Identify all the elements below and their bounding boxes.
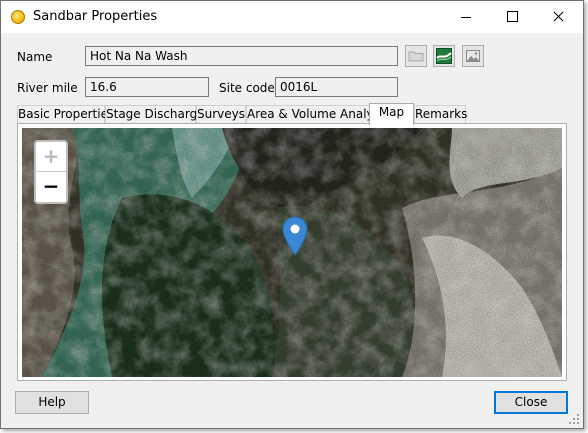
tab-map[interactable]: Map <box>369 103 414 125</box>
photo-icon <box>466 50 480 62</box>
zoom-control: + − <box>34 140 68 204</box>
title-bar: Sandbar Properties <box>1 1 583 33</box>
name-label: Name <box>17 50 53 64</box>
tab-remarks[interactable]: Remarks <box>414 105 467 124</box>
close-window-button[interactable] <box>535 1 581 33</box>
folder-button[interactable] <box>405 45 427 67</box>
river-chart-icon <box>436 48 452 64</box>
site-code-field[interactable]: 0016L <box>275 77 398 97</box>
map-tab-panel: + − <box>17 123 567 381</box>
tab-area-volume-analyses[interactable]: Area & Volume Analyses <box>246 105 394 124</box>
minimize-button[interactable] <box>443 1 489 33</box>
window-title: Sandbar Properties <box>33 9 158 24</box>
maximize-button[interactable] <box>489 1 535 33</box>
river-mile-label: River mile <box>17 81 78 95</box>
site-code-label: Site code <box>219 81 275 95</box>
resize-grip-icon[interactable] <box>569 414 579 424</box>
folder-icon <box>408 51 424 62</box>
help-button[interactable]: Help <box>15 391 89 414</box>
photo-button[interactable] <box>462 45 484 67</box>
tab-stage-discharge[interactable]: Stage Discharge <box>105 105 205 124</box>
satellite-map[interactable]: + − <box>22 128 562 377</box>
zoom-in-button[interactable]: + <box>36 142 66 172</box>
sun-icon <box>11 10 25 24</box>
map-pin-icon <box>282 216 308 256</box>
river-chart-button[interactable] <box>433 45 455 67</box>
tab-surveys[interactable]: Surveys <box>196 105 246 124</box>
location-marker[interactable] <box>282 216 308 256</box>
zoom-out-button[interactable]: − <box>36 172 66 202</box>
sandbar-properties-window: Sandbar Properties Name Hot Na Na Wash R… <box>0 0 584 429</box>
tab-basic-properties[interactable]: Basic Properties <box>17 105 114 124</box>
close-button[interactable]: Close <box>494 391 568 414</box>
river-mile-field[interactable]: 16.6 <box>85 77 209 97</box>
name-field[interactable]: Hot Na Na Wash <box>85 46 398 66</box>
